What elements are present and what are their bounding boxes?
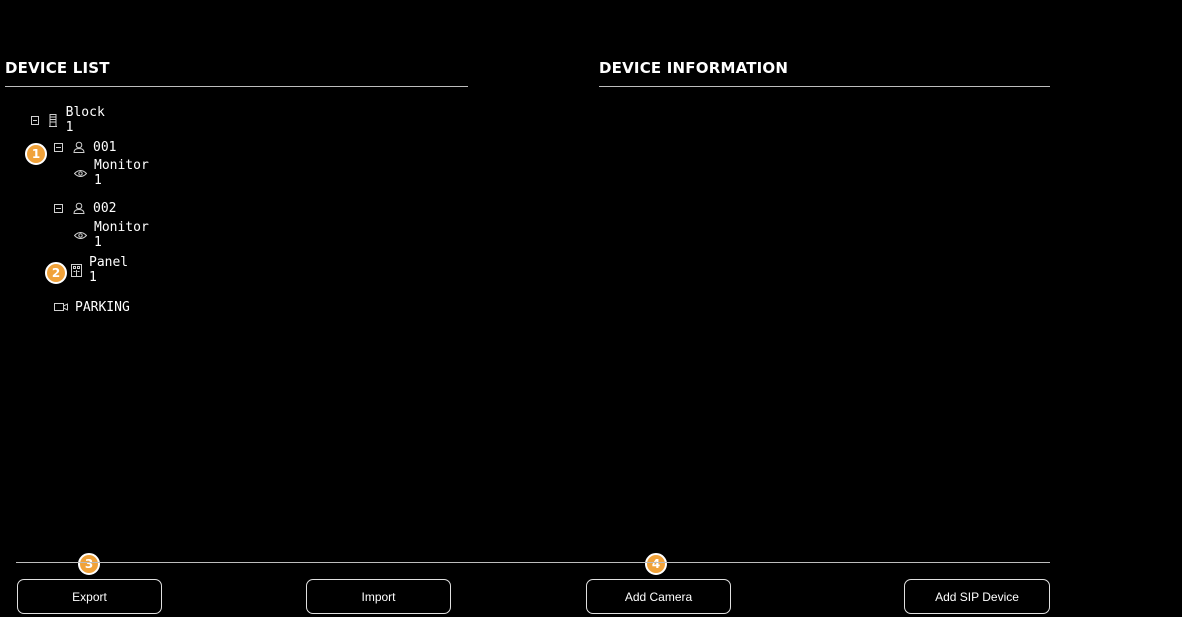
- tree-item-label: Monitor 1: [94, 158, 149, 188]
- tree-item-parking[interactable]: PARKING: [54, 297, 130, 317]
- import-button[interactable]: Import: [306, 579, 451, 614]
- tree-item-label: PARKING: [75, 299, 130, 315]
- footer-divider: [16, 562, 1050, 563]
- tree-item-monitor-002[interactable]: Monitor 1: [74, 220, 150, 250]
- device-list-title: DEVICE LIST: [5, 59, 110, 77]
- tree-item-label: Block 1: [65, 105, 105, 135]
- add-sip-device-button[interactable]: Add SIP Device: [904, 579, 1050, 614]
- door-panel-icon: [71, 263, 82, 277]
- eye-icon: [74, 166, 87, 180]
- device-list-divider: [5, 86, 468, 87]
- export-button[interactable]: Export: [17, 579, 162, 614]
- user-icon: [72, 201, 86, 215]
- tree-item-panel-1[interactable]: Panel 1: [71, 255, 131, 285]
- callout-badge-3: 3: [78, 553, 100, 575]
- tree-item-monitor-001[interactable]: Monitor 1: [74, 158, 150, 188]
- tree-item-label: Monitor 1: [94, 220, 149, 250]
- tree-item-unit-002[interactable]: 002: [54, 198, 116, 218]
- callout-badge-1: 1: [25, 143, 47, 165]
- tree-item-label: 001: [93, 139, 117, 155]
- eye-icon: [74, 228, 87, 242]
- collapse-toggle-icon[interactable]: [54, 142, 63, 152]
- callout-badge-2: 2: [45, 262, 67, 284]
- device-information-divider: [599, 86, 1050, 87]
- tree-item-label: Panel 1: [89, 255, 129, 285]
- add-camera-button[interactable]: Add Camera: [586, 579, 731, 614]
- building-icon: [48, 113, 59, 127]
- collapse-toggle-icon[interactable]: [31, 115, 39, 125]
- tree-item-block-1[interactable]: Block 1: [31, 105, 109, 135]
- device-management-page: DEVICE LIST DEVICE INFORMATION Block 1 0…: [0, 0, 1182, 617]
- collapse-toggle-icon[interactable]: [54, 203, 63, 213]
- tree-item-label: 002: [93, 200, 117, 216]
- camera-icon: [54, 300, 68, 314]
- callout-badge-4: 4: [645, 553, 667, 575]
- device-information-title: DEVICE INFORMATION: [599, 59, 789, 77]
- user-icon: [72, 140, 86, 154]
- tree-item-unit-001[interactable]: 001: [54, 137, 116, 157]
